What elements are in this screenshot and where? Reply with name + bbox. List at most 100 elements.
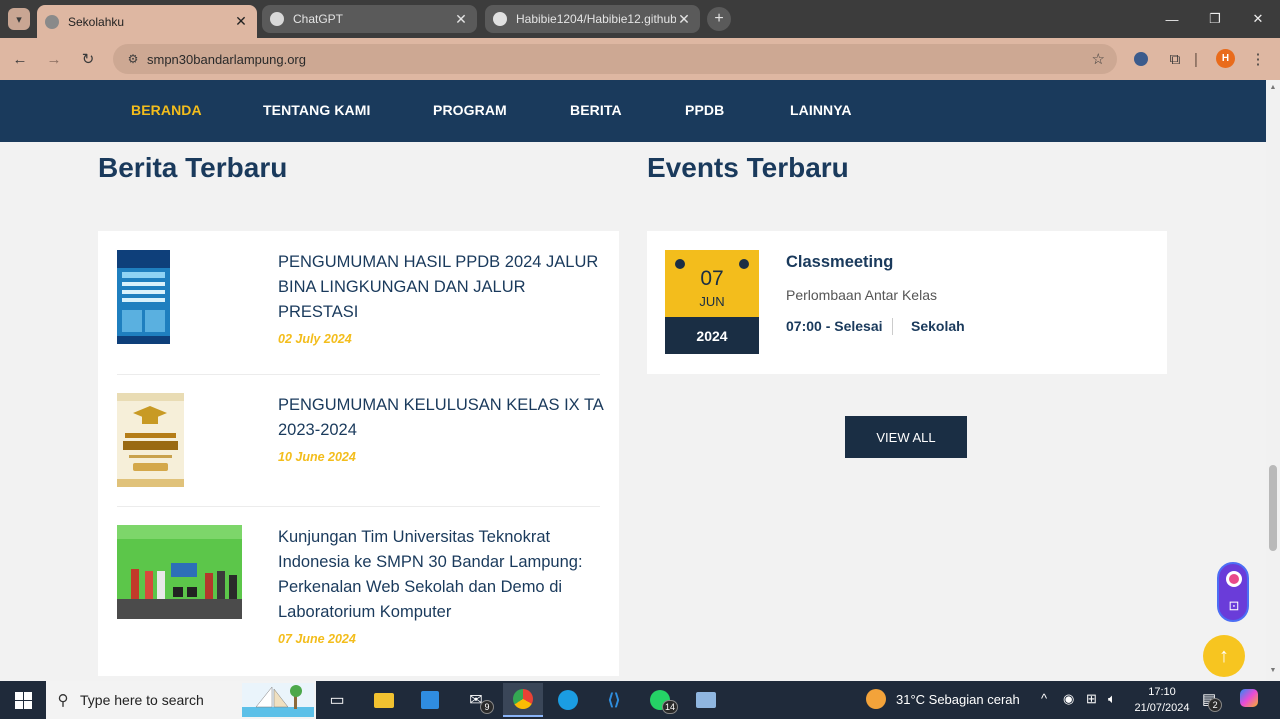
more-menu-icon[interactable]: ⋮ <box>1247 48 1269 70</box>
tab-title: Habibie1204/Habibie12.github.io <box>516 12 676 26</box>
site-info-icon[interactable]: ⚙ <box>119 52 147 66</box>
news-thumbnail[interactable] <box>117 393 184 487</box>
profile-avatar[interactable]: H <box>1216 49 1235 68</box>
view-all-button[interactable]: VIEW ALL <box>845 416 967 458</box>
extension-icon[interactable] <box>1130 48 1152 70</box>
event-divider <box>892 318 893 335</box>
back-to-top-button[interactable]: ↑ <box>1203 635 1245 677</box>
nav-program[interactable]: PROGRAM <box>433 102 507 118</box>
event-year: 2024 <box>665 317 759 354</box>
copilot-icon[interactable] <box>1240 689 1258 710</box>
close-icon: ✕ <box>1252 11 1264 26</box>
news-title[interactable]: PENGUMUMAN HASIL PPDB 2024 JALUR BINA LI… <box>278 250 603 325</box>
event-location: Sekolah <box>911 318 965 334</box>
system-clock[interactable]: 17:10 21/07/2024 <box>1133 684 1191 716</box>
whatsapp-icon[interactable]: 14 <box>640 683 680 717</box>
file-explorer-icon[interactable] <box>364 683 404 717</box>
volume-icon[interactable]: 🔈︎ <box>1108 691 1116 707</box>
new-tab-button[interactable]: + <box>707 7 731 31</box>
reload-icon: ↻ <box>81 51 95 68</box>
forward-button[interactable]: → <box>43 48 65 70</box>
news-date: 07 June 2024 <box>278 632 356 646</box>
network-icon[interactable]: ⊞ <box>1086 691 1097 707</box>
browser-toolbar: ← → ↻ ⚙ smpn30bandarlampung.org ☆ ⧉ | ⋮ <box>0 38 1280 80</box>
event-date-badge: 07 JUN 2024 <box>665 250 759 354</box>
windows-logo-icon <box>14 691 32 709</box>
chevron-down-icon: ▾ <box>16 13 22 26</box>
toolbar-divider: | <box>1194 50 1198 68</box>
event-item[interactable]: 07 JUN 2024 Classmeeting Perlombaan Anta… <box>647 231 1167 374</box>
tab-chatgpt[interactable]: ChatGPT ✕ <box>262 5 477 33</box>
nav-lainnya[interactable]: LAINNYA <box>790 102 852 118</box>
nav-berita[interactable]: BERITA <box>570 102 622 118</box>
whatsapp-badge: 14 <box>661 700 678 714</box>
minimize-icon: — <box>1165 11 1179 27</box>
record-icon[interactable]: ◉ <box>1063 691 1074 707</box>
windows-taskbar: ⚲ Type here to search ▭ ✉ 9 ⟨⟩ 14 31°C Se… <box>0 681 1280 719</box>
tab-github[interactable]: Habibie1204/Habibie12.github.io ✕ <box>485 5 700 33</box>
microsoft-store-icon[interactable] <box>410 683 450 717</box>
news-thumbnail[interactable] <box>117 525 242 619</box>
browser-tabstrip: ▾ Sekolahku ✕ ChatGPT ✕ Habibie1204/Habi… <box>0 0 1280 38</box>
news-list: PENGUMUMAN HASIL PPDB 2024 JALUR BINA LI… <box>98 231 619 676</box>
bookmark-star-icon[interactable]: ☆ <box>1092 50 1105 68</box>
tab-sekolahku[interactable]: Sekolahku ✕ <box>37 5 257 38</box>
mail-badge: 9 <box>480 700 494 714</box>
restore-button[interactable]: ❐ <box>1193 0 1237 38</box>
control-panel-icon[interactable] <box>686 683 726 717</box>
close-window-button[interactable]: ✕ <box>1236 0 1280 38</box>
weather-icon[interactable] <box>866 689 886 709</box>
start-button[interactable] <box>0 681 46 719</box>
mail-icon[interactable]: ✉ 9 <box>456 683 496 717</box>
globe-icon <box>45 14 59 29</box>
close-tab-icon[interactable]: ✕ <box>233 13 249 30</box>
taskbar-search[interactable]: ⚲ Type here to search <box>46 681 316 719</box>
notification-center-icon[interactable]: ▤2 <box>1202 690 1223 712</box>
chrome-icon[interactable] <box>503 683 543 717</box>
scroll-thumb[interactable] <box>1269 465 1277 551</box>
floating-assistant-widget[interactable]: ⊡ <box>1217 562 1249 622</box>
nav-beranda[interactable]: BERANDA <box>131 102 202 118</box>
search-icon: ⚲ <box>57 692 69 709</box>
assistant-icon[interactable] <box>1226 571 1242 587</box>
arrow-up-icon: ↑ <box>1219 644 1229 667</box>
page-scrollbar[interactable]: ▲ ▼ <box>1266 80 1280 681</box>
back-button[interactable]: ← <box>9 48 31 70</box>
clock-time: 17:10 <box>1148 686 1176 698</box>
clock-date: 21/07/2024 <box>1134 702 1190 714</box>
github-icon <box>493 12 507 26</box>
notification-badge: 2 <box>1208 698 1223 712</box>
event-description: Perlombaan Antar Kelas <box>786 287 937 303</box>
task-view-icon[interactable]: ▭ <box>317 683 357 717</box>
edge-icon[interactable] <box>548 683 588 717</box>
extensions-puzzle-icon[interactable]: ⧉ <box>1164 48 1186 70</box>
tab-title: Sekolahku <box>68 14 125 29</box>
nav-tentang-kami[interactable]: TENTANG KAMI <box>263 102 371 118</box>
news-title[interactable]: Kunjungan Tim Universitas Teknokrat Indo… <box>278 525 603 625</box>
event-month: JUN <box>699 294 725 309</box>
news-title[interactable]: PENGUMUMAN KELULUSAN KELAS IX TA 2023-20… <box>278 393 603 443</box>
reload-button[interactable]: ↻ <box>77 48 99 70</box>
nav-ppdb[interactable]: PPDB <box>685 102 724 118</box>
vscode-icon[interactable]: ⟨⟩ <box>594 683 634 717</box>
news-heading: Berita Terbaru <box>98 152 288 183</box>
search-highlight-sailboat <box>242 683 314 717</box>
scroll-up-icon[interactable]: ▲ <box>1269 84 1277 91</box>
close-tab-icon[interactable]: ✕ <box>676 11 692 28</box>
site-navbar: BERANDA TENTANG KAMI PROGRAM BERITA PPDB… <box>0 80 1266 142</box>
address-bar[interactable]: ⚙ smpn30bandarlampung.org ☆ <box>113 44 1117 74</box>
arrow-left-icon: ← <box>12 50 28 68</box>
tab-search-button[interactable]: ▾ <box>8 8 30 30</box>
minimize-button[interactable]: — <box>1150 0 1194 38</box>
show-hidden-icons[interactable]: ^ <box>1041 691 1047 706</box>
weather-text[interactable]: 31°C Sebagian cerah <box>896 692 1020 707</box>
events-heading: Events Terbaru <box>647 152 849 183</box>
scroll-down-icon[interactable]: ▼ <box>1269 667 1277 674</box>
image-search-icon[interactable]: ⊡ <box>1225 598 1243 614</box>
close-tab-icon[interactable]: ✕ <box>453 11 469 28</box>
tab-title: ChatGPT <box>293 12 344 26</box>
news-date: 10 June 2024 <box>278 450 356 464</box>
event-time: 07:00 - Selesai <box>786 318 883 334</box>
event-title[interactable]: Classmeeting <box>786 253 893 272</box>
news-thumbnail[interactable] <box>117 250 170 344</box>
